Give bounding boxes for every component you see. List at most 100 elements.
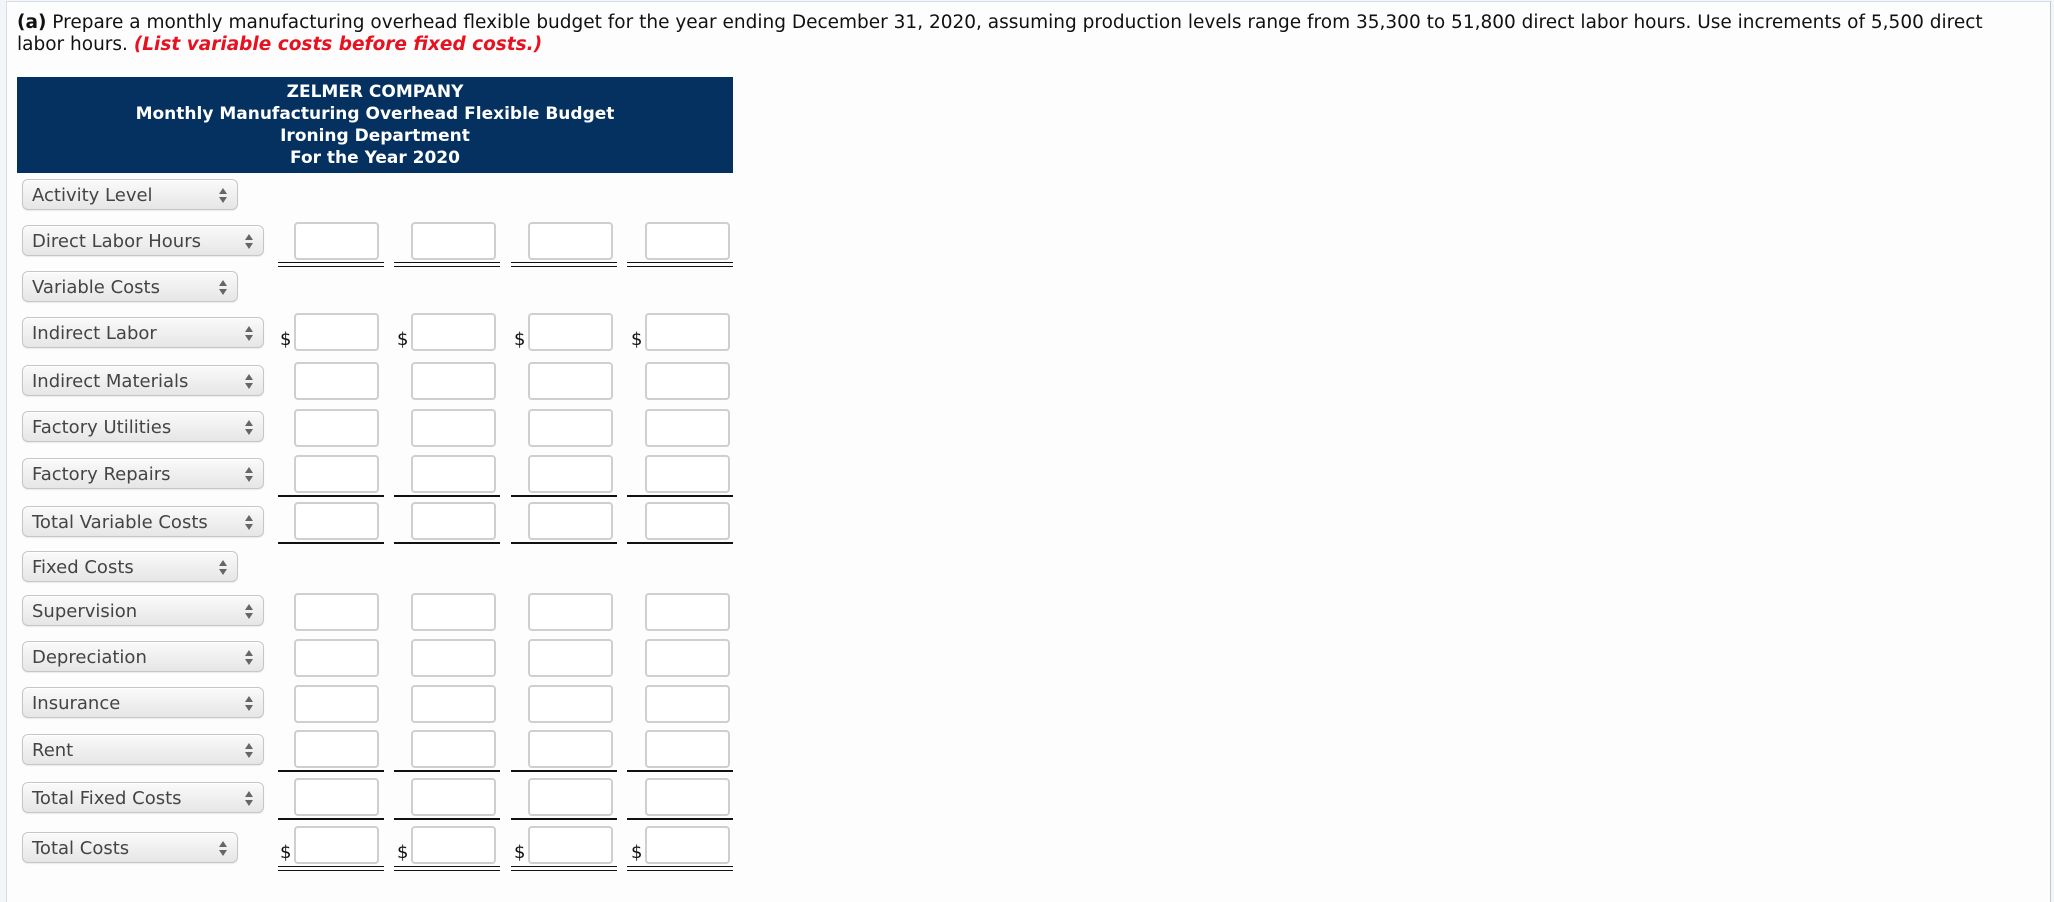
select-value: Indirect Materials <box>32 371 189 392</box>
company-name: ZELMER COMPANY <box>286 82 464 102</box>
row-select-fixed-costs[interactable]: Fixed Costs <box>22 551 238 582</box>
select-value: Total Fixed Costs <box>32 788 182 809</box>
select-value: Variable Costs <box>32 277 160 298</box>
double-underline <box>394 866 500 871</box>
factory-repairs-input-col-3[interactable] <box>528 455 613 493</box>
single-underline <box>627 495 733 497</box>
double-underline <box>511 262 617 267</box>
depreciation-input-col-4[interactable] <box>645 639 730 677</box>
factory-utilities-input-col-4[interactable] <box>645 409 730 447</box>
total-fixed-costs-input-col-3[interactable] <box>528 778 613 816</box>
dollar-sign: $ <box>280 329 292 350</box>
total-costs-input-col-4[interactable] <box>645 826 730 864</box>
select-arrows-icon <box>245 791 253 806</box>
row-select-total-costs[interactable]: Total Costs <box>22 832 238 863</box>
select-value: Factory Repairs <box>32 464 171 485</box>
select-arrows-icon <box>245 374 253 389</box>
row-select-depreciation[interactable]: Depreciation <box>22 641 264 672</box>
select-arrows-icon <box>245 420 253 435</box>
direct-labor-hours-input-col-3[interactable] <box>528 222 613 260</box>
select-value: Indirect Labor <box>32 323 157 344</box>
rent-input-col-2[interactable] <box>411 730 496 768</box>
total-costs-input-col-3[interactable] <box>528 826 613 864</box>
rent-input-col-1[interactable] <box>294 730 379 768</box>
department-name: Ironing Department <box>280 126 470 146</box>
select-arrows-icon <box>245 234 253 249</box>
row-select-variable-costs[interactable]: Variable Costs <box>22 271 238 302</box>
depreciation-input-col-1[interactable] <box>294 639 379 677</box>
indirect-labor-input-col-3[interactable] <box>528 313 613 351</box>
single-underline <box>511 818 617 820</box>
select-value: Insurance <box>32 693 121 714</box>
double-underline <box>511 866 617 871</box>
total-variable-costs-input-col-4[interactable] <box>645 502 730 540</box>
total-fixed-costs-input-col-1[interactable] <box>294 778 379 816</box>
factory-utilities-input-col-2[interactable] <box>411 409 496 447</box>
direct-labor-hours-input-col-1[interactable] <box>294 222 379 260</box>
indirect-materials-input-col-4[interactable] <box>645 362 730 400</box>
factory-repairs-input-col-1[interactable] <box>294 455 379 493</box>
row-select-insurance[interactable]: Insurance <box>22 687 264 718</box>
total-fixed-costs-input-col-2[interactable] <box>411 778 496 816</box>
total-costs-input-col-2[interactable] <box>411 826 496 864</box>
total-variable-costs-input-col-3[interactable] <box>528 502 613 540</box>
indirect-labor-input-col-1[interactable] <box>294 313 379 351</box>
dollar-sign: $ <box>397 842 409 863</box>
supervision-input-col-4[interactable] <box>645 593 730 631</box>
supervision-input-col-1[interactable] <box>294 593 379 631</box>
row-select-supervision[interactable]: Supervision <box>22 595 264 626</box>
insurance-input-col-2[interactable] <box>411 685 496 723</box>
indirect-materials-input-col-3[interactable] <box>528 362 613 400</box>
select-arrows-icon <box>245 604 253 619</box>
dollar-sign: $ <box>280 842 292 863</box>
select-arrows-icon <box>245 326 253 341</box>
rent-input-col-3[interactable] <box>528 730 613 768</box>
total-costs-input-col-1[interactable] <box>294 826 379 864</box>
row-select-factory-utilities[interactable]: Factory Utilities <box>22 411 264 442</box>
indirect-labor-input-col-2[interactable] <box>411 313 496 351</box>
double-underline <box>278 262 384 267</box>
indirect-materials-input-col-1[interactable] <box>294 362 379 400</box>
factory-utilities-input-col-3[interactable] <box>528 409 613 447</box>
row-select-indirect-labor[interactable]: Indirect Labor <box>22 317 264 348</box>
dollar-sign: $ <box>397 329 409 350</box>
row-select-factory-repairs[interactable]: Factory Repairs <box>22 458 264 489</box>
single-underline <box>278 495 384 497</box>
select-arrows-icon <box>219 841 227 856</box>
row-select-direct-labor-hours[interactable]: Direct Labor Hours <box>22 225 264 256</box>
indirect-materials-input-col-2[interactable] <box>411 362 496 400</box>
row-select-total-fixed-costs[interactable]: Total Fixed Costs <box>22 782 264 813</box>
depreciation-input-col-2[interactable] <box>411 639 496 677</box>
row-select-total-variable-costs[interactable]: Total Variable Costs <box>22 506 264 537</box>
select-value: Depreciation <box>32 647 147 668</box>
factory-repairs-input-col-4[interactable] <box>645 455 730 493</box>
indirect-labor-input-col-4[interactable] <box>645 313 730 351</box>
row-select-indirect-materials[interactable]: Indirect Materials <box>22 365 264 396</box>
double-underline <box>394 262 500 267</box>
select-value: Supervision <box>32 601 138 622</box>
dollar-sign: $ <box>631 842 643 863</box>
single-underline <box>511 542 617 544</box>
budget-title: Monthly Manufacturing Overhead Flexible … <box>135 104 615 124</box>
single-underline <box>278 770 384 772</box>
single-underline <box>627 770 733 772</box>
supervision-input-col-3[interactable] <box>528 593 613 631</box>
insurance-input-col-4[interactable] <box>645 685 730 723</box>
direct-labor-hours-input-col-2[interactable] <box>411 222 496 260</box>
single-underline <box>278 542 384 544</box>
insurance-input-col-3[interactable] <box>528 685 613 723</box>
select-value: Total Variable Costs <box>32 512 208 533</box>
row-select-rent[interactable]: Rent <box>22 734 264 765</box>
factory-repairs-input-col-2[interactable] <box>411 455 496 493</box>
depreciation-input-col-3[interactable] <box>528 639 613 677</box>
supervision-input-col-2[interactable] <box>411 593 496 631</box>
total-variable-costs-input-col-1[interactable] <box>294 502 379 540</box>
rent-input-col-4[interactable] <box>645 730 730 768</box>
direct-labor-hours-input-col-4[interactable] <box>645 222 730 260</box>
total-variable-costs-input-col-2[interactable] <box>411 502 496 540</box>
insurance-input-col-1[interactable] <box>294 685 379 723</box>
factory-utilities-input-col-1[interactable] <box>294 409 379 447</box>
select-arrows-icon <box>245 515 253 530</box>
row-select-activity-level[interactable]: Activity Level <box>22 179 238 210</box>
total-fixed-costs-input-col-4[interactable] <box>645 778 730 816</box>
